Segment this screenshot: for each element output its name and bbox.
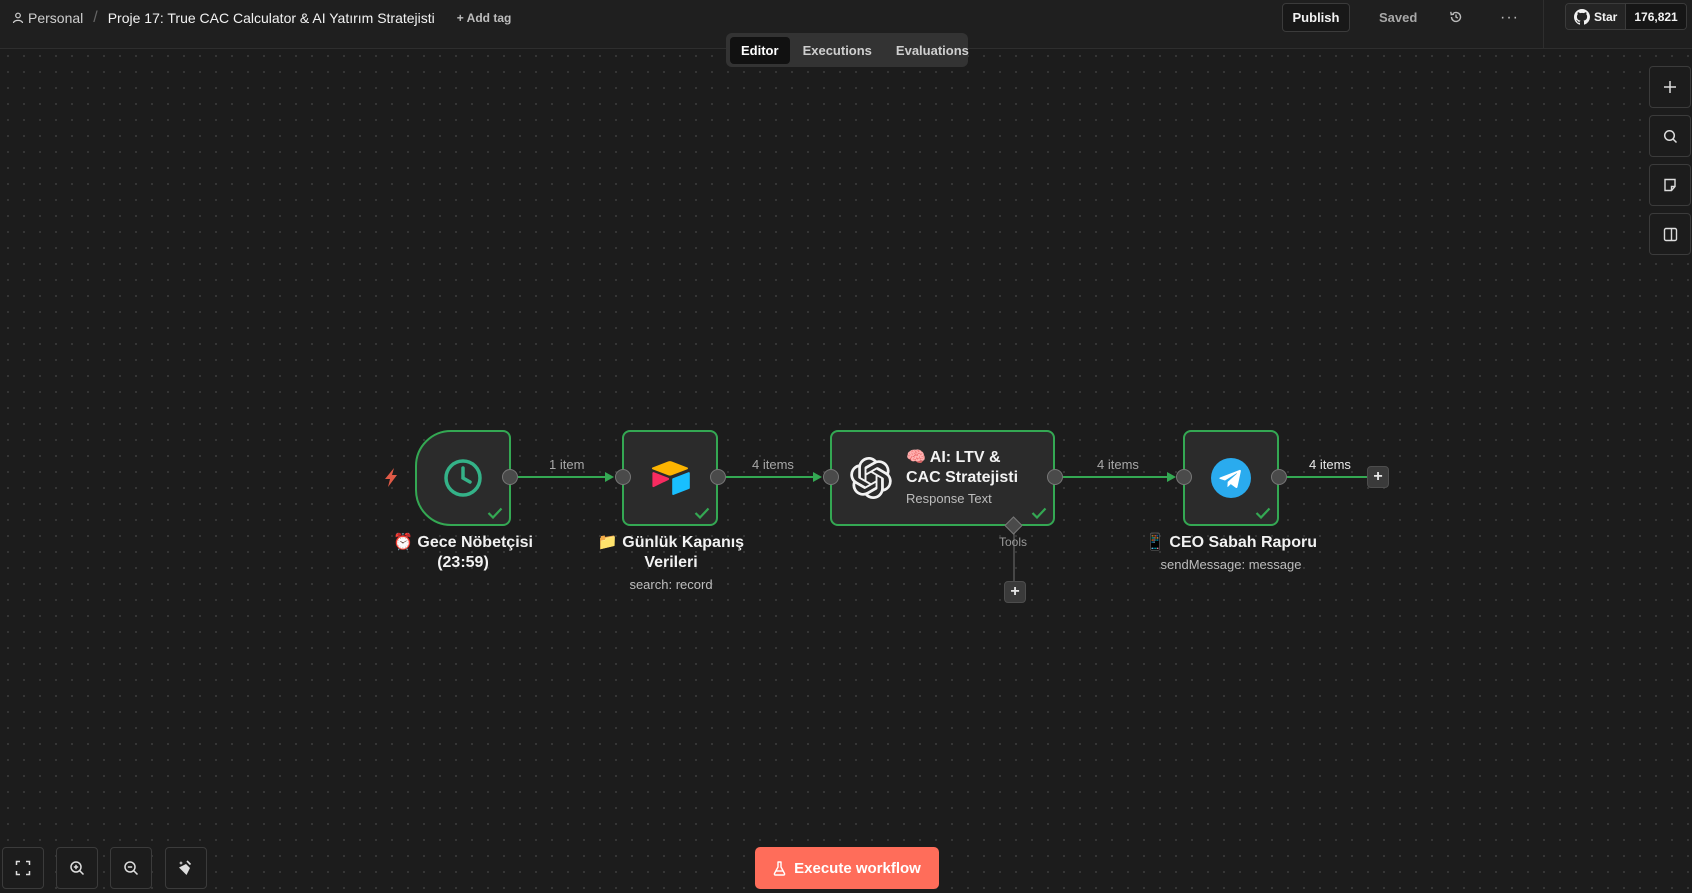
- fit-view-button[interactable]: [2, 847, 44, 889]
- success-check-icon: [694, 507, 710, 519]
- zoom-in-button[interactable]: [56, 847, 98, 889]
- flask-icon: [773, 860, 786, 876]
- edge-label: 4 items: [1309, 457, 1351, 472]
- tidy-up-button[interactable]: [165, 847, 207, 889]
- execute-workflow-label: Execute workflow: [794, 859, 921, 877]
- input-handle[interactable]: [823, 469, 839, 485]
- input-handle[interactable]: [1176, 469, 1192, 485]
- node-airtable[interactable]: [622, 430, 718, 526]
- node-title: 🧠 AI: LTV & CAC Stratejisti: [906, 449, 1019, 486]
- edge-trigger-to-airtable: [518, 472, 614, 482]
- input-handle[interactable]: [615, 469, 631, 485]
- success-check-icon: [487, 507, 503, 519]
- edge-airtable-to-ai: [726, 472, 822, 482]
- node-title: 📱 CEO Sabah Raporu: [1145, 534, 1317, 551]
- node-title: 📁 Günlük Kapanış Verileri: [597, 534, 745, 571]
- zoom-out-button[interactable]: [110, 847, 152, 889]
- clock-icon: [444, 459, 482, 497]
- node-subtitle: Response Text: [906, 491, 992, 506]
- success-check-icon: [1031, 507, 1047, 519]
- edge-ai-to-telegram: [1063, 472, 1176, 482]
- ai-node-label: 🧠 AI: LTV & CAC Stratejisti Response Tex…: [906, 448, 1018, 506]
- airtable-icon: [651, 461, 690, 495]
- tools-label: Tools: [999, 535, 1028, 549]
- node-subtitle: search: record: [629, 577, 713, 592]
- output-handle[interactable]: [710, 469, 726, 485]
- execute-workflow-button[interactable]: Execute workflow: [755, 847, 939, 889]
- node-title: ⏰ Gece Nöbetçisi (23:59): [393, 534, 533, 571]
- edge-label: 1 item: [549, 457, 585, 472]
- edge-label: 4 items: [752, 457, 794, 472]
- add-tool-button[interactable]: +: [1004, 581, 1026, 603]
- success-check-icon: [1255, 507, 1271, 519]
- add-next-node-button[interactable]: +: [1367, 466, 1389, 488]
- output-handle[interactable]: [1271, 469, 1287, 485]
- broom-icon: [179, 860, 192, 875]
- telegram-icon: [1211, 458, 1251, 498]
- trigger-bolt-icon: [385, 468, 397, 487]
- output-handle[interactable]: [1047, 469, 1063, 485]
- fit-view-icon: [15, 860, 31, 876]
- zoom-out-icon: [124, 861, 139, 876]
- output-handle[interactable]: [502, 469, 518, 485]
- edge-label: 4 items: [1097, 457, 1139, 472]
- openai-icon: [850, 457, 892, 499]
- node-schedule-trigger[interactable]: [415, 430, 511, 526]
- zoom-in-icon: [70, 861, 85, 876]
- node-subtitle: sendMessage: message: [1160, 557, 1302, 572]
- node-telegram[interactable]: [1183, 430, 1279, 526]
